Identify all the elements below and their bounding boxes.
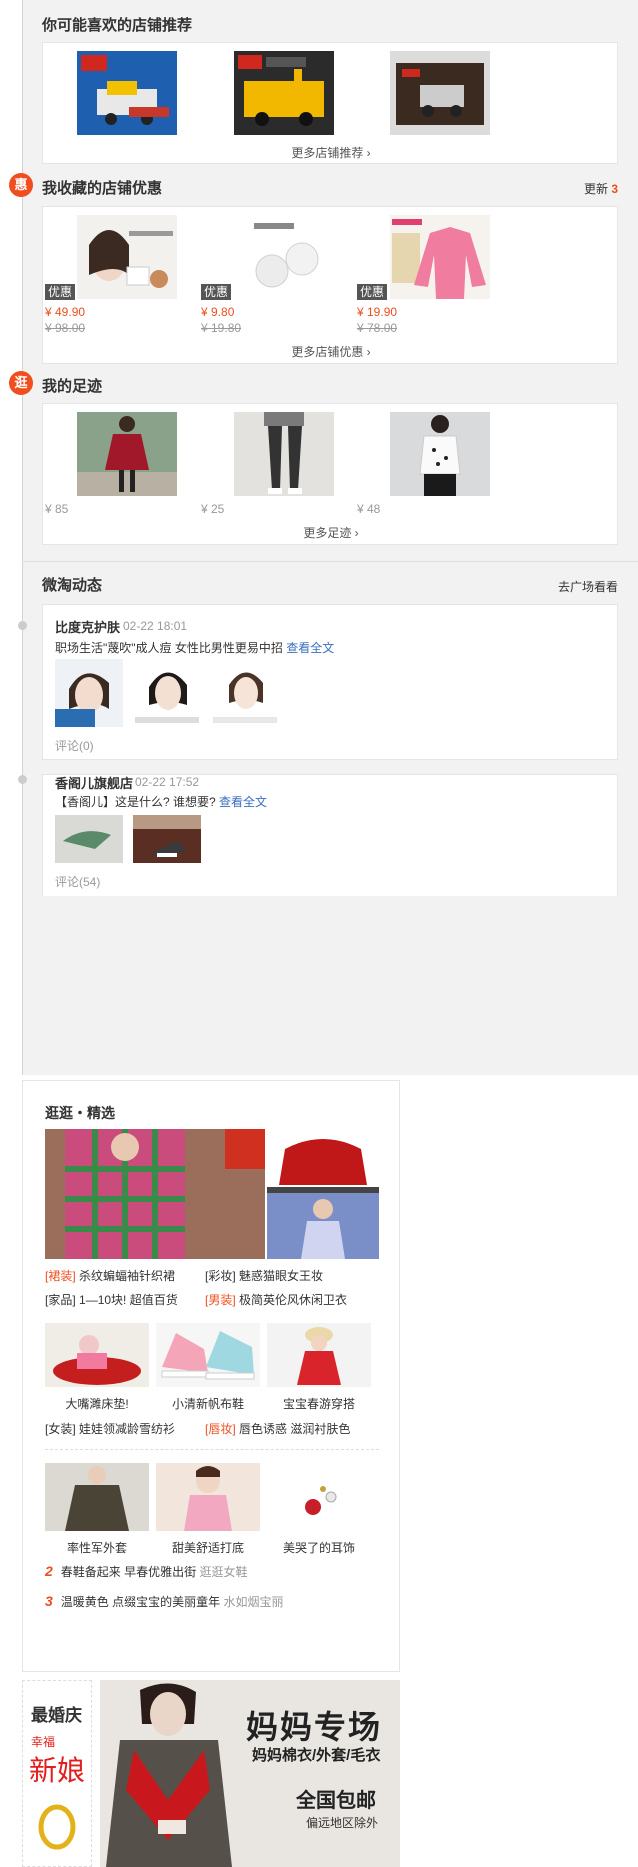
guang-feature-image-2[interactable] [267,1129,379,1259]
footprint-product-3[interactable] [390,412,490,496]
guang-item-image-1[interactable] [45,1323,149,1387]
banner-headline: 妈妈专场 [246,1709,383,1745]
model-photo [100,1680,240,1867]
store-recommend-title: 你可能喜欢的店铺推荐 [42,17,193,34]
coupon-oldprice-1: ¥ 98.00 [45,321,86,335]
footprint-product-2[interactable] [234,412,334,496]
chevron-right-icon: › [354,526,359,540]
read-more-link[interactable]: 查看全文 [286,641,334,655]
wedding-banner[interactable]: 最婚庆 幸福 新娘 [22,1680,92,1867]
coupon-oldprice-2: ¥ 19.80 [201,321,242,335]
update-count: 3 [611,182,618,196]
more-footprint-link[interactable]: 更多足迹 › [43,524,619,541]
guang-pick-4[interactable]: [男装] 极简英伦风休闲卫衣 [205,1291,347,1308]
guang-item-caption-3[interactable]: 宝宝春游穿搭 [267,1395,371,1412]
guang-item-caption-2[interactable]: 小清新帆布鞋 [156,1395,260,1412]
footprint-product-1[interactable] [77,412,177,496]
product-thumb-lego-2[interactable] [234,51,334,135]
coupon-tag-1: 优惠 [45,284,76,300]
gold-ring-icon [38,1804,76,1850]
coupon-section-title: 我收藏的店铺优惠 [42,180,163,197]
footprint-panel: ¥ 85 ¥ 25 ¥ 48 更多足迹 › [42,403,618,545]
post-text: 职场生活"蔑吹"成人痘 女性比男性更易中招 查看全文 [55,641,335,655]
product-thumb-lego-1[interactable] [77,51,177,135]
coupon-update-link[interactable]: 更新 3 [584,180,618,197]
post-author[interactable]: 香阁儿旗舰店 [55,773,133,792]
post-image-2[interactable] [133,659,201,727]
banner-free-shipping: 全国包邮 [296,1790,376,1812]
wedding-big: 新娘 [29,1755,86,1786]
coupon-price-2: ¥ 9.80 [201,305,235,319]
guang-item-caption-6[interactable]: 美哭了的耳饰 [267,1539,371,1556]
guang-feature-image-1[interactable] [45,1129,265,1259]
coupon-tag-3: 优惠 [357,284,388,300]
divider [22,561,638,562]
timeline-dot [18,621,27,630]
guang-item-caption-1[interactable]: 大嘴濉床垫! [45,1395,149,1412]
post-image-3[interactable] [211,659,279,727]
more-coupons-link[interactable]: 更多店铺优惠 › [43,343,619,360]
guang-pick-1[interactable]: [裙装] 杀纹蝙蝠袖针织裙 [45,1267,175,1284]
wedding-title: 最婚庆 [31,1706,82,1725]
footprint-price-3: ¥ 48 [357,502,381,516]
coupon-price-1: ¥ 49.90 [45,305,86,319]
footprint-price-1: ¥ 85 [45,502,69,516]
guang-item-image-6[interactable] [267,1463,371,1531]
post-image-2[interactable] [133,815,201,863]
post-text: 【香阁儿】这是什么? 谁想要? 查看全文 [55,795,268,809]
guang-item-image-2[interactable] [156,1323,260,1387]
guang-item-image-3[interactable] [267,1323,371,1387]
read-more-link[interactable]: 查看全文 [219,795,267,809]
coupon-product-2[interactable] [234,215,334,299]
feed-post-1: 比度克护肤 02-22 18:01 职场生活"蔑吹"成人痘 女性比男性更易中招 … [42,604,618,760]
wedding-sub: 幸福 [31,1735,56,1749]
coupon-oldprice-3: ¥ 78.00 [357,321,398,335]
guang-item-image-5[interactable] [156,1463,260,1531]
chevron-right-icon: › [366,146,371,160]
guang-rank-3[interactable]: 3 温暖黄色 点缀宝宝的美丽童年 水如烟宝丽 [45,1593,284,1610]
post-image-1[interactable] [55,815,123,863]
product-thumb-lego-3[interactable] [390,51,490,135]
divider [45,1449,379,1450]
footprint-badge-icon: 逛 [9,371,33,395]
banner-sub: 妈妈棉衣/外套/毛衣 [252,1747,381,1764]
guang-item-caption-4[interactable]: 率性军外套 [45,1539,149,1556]
coupon-product-3[interactable] [390,215,490,299]
timeline-line [22,0,23,1075]
store-recommend-panel: 更多店铺推荐 › [42,42,618,164]
footprint-price-2: ¥ 25 [201,502,225,516]
banner-note: 偏远地区除外 [306,1816,379,1830]
more-stores-link[interactable]: 更多店铺推荐 › [43,144,619,161]
post-author[interactable]: 比度克护肤 [55,617,120,636]
guang-pick-6[interactable]: [唇妆] 唇色诱惑 滋润衬肤色 [205,1420,350,1437]
post-comments[interactable]: 评论(54) [55,873,100,890]
coupon-panel: 优惠 ¥ 49.90 ¥ 98.00 优惠 ¥ 9.80 ¥ 19.80 优惠 … [42,206,618,364]
feed-post-2: 香阁儿旗舰店 02-22 17:52 【香阁儿】这是什么? 谁想要? 查看全文 … [42,774,618,896]
guang-pick-3[interactable]: [家品] 1—10块! 超值百货 [45,1291,178,1308]
guang-panel: 逛逛・精选 [裙装] 杀纹蝙蝠袖针织裙 [彩妆] 魅惑猫眼女王妆 [家品] 1—… [22,1080,400,1672]
coupon-badge-icon: 惠 [9,173,33,197]
post-time: 02-22 18:01 [123,619,188,633]
timeline-dot [18,775,27,784]
post-time: 02-22 17:52 [135,775,200,789]
post-comments[interactable]: 评论(0) [55,737,94,754]
guang-item-image-4[interactable] [45,1463,149,1531]
weitao-title: 微淘动态 [42,577,103,594]
guang-rank-2[interactable]: 2 春鞋备起来 早春优雅出街 逛逛女鞋 [45,1563,248,1580]
go-plaza-link[interactable]: 去广场看看 [558,578,618,595]
coupon-tag-2: 优惠 [201,284,232,300]
mom-sale-banner[interactable]: 妈妈专场 妈妈棉衣/外套/毛衣 全国包邮 偏远地区除外 [100,1680,400,1867]
guang-item-caption-5[interactable]: 甜美舒适打底 [156,1539,260,1556]
guang-pick-2[interactable]: [彩妆] 魅惑猫眼女王妆 [205,1267,323,1284]
chevron-right-icon: › [366,345,371,359]
coupon-product-1[interactable] [77,215,177,299]
guang-title: 逛逛・精选 [45,1105,115,1121]
footprint-section-title: 我的足迹 [42,378,103,395]
post-image-1[interactable] [55,659,123,727]
guang-pick-5[interactable]: [女装] 娃娃领减龄雪纺衫 [45,1420,175,1437]
coupon-price-3: ¥ 19.90 [357,305,398,319]
